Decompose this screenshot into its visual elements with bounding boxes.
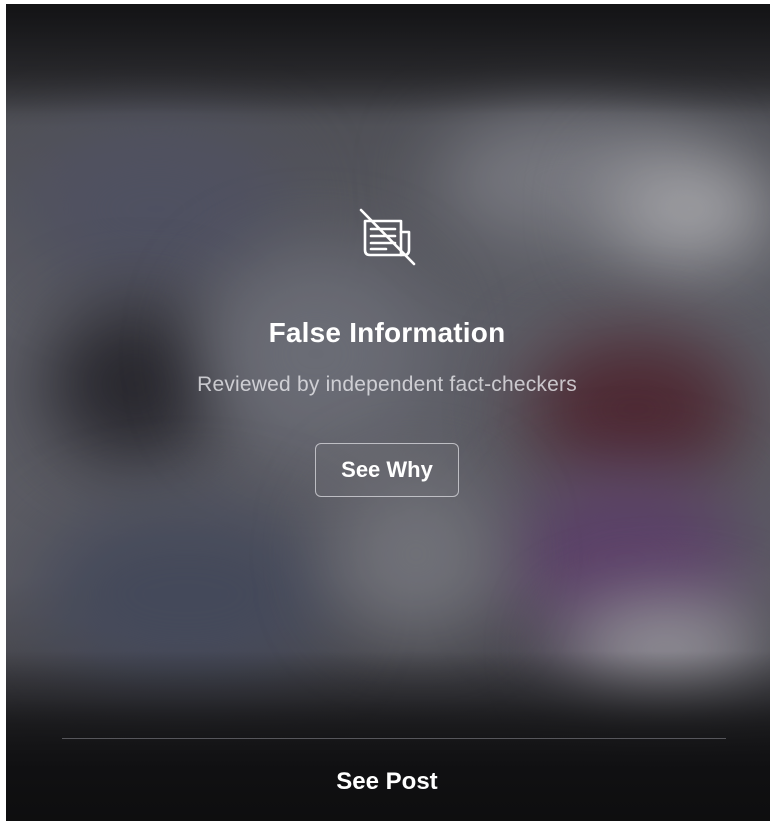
false-information-icon	[359, 208, 416, 266]
footer-divider	[62, 738, 726, 739]
top-shade	[6, 4, 770, 114]
see-post-button[interactable]: See Post	[0, 758, 774, 806]
see-why-button[interactable]: See Why	[315, 443, 459, 497]
overlay-subtitle: Reviewed by independent fact-checkers	[197, 373, 577, 396]
overlay-title: False Information	[268, 317, 506, 348]
fact-check-overlay-screen: False Information Reviewed by independen…	[0, 0, 774, 821]
warning-panel: False Information Reviewed by independen…	[0, 205, 774, 497]
